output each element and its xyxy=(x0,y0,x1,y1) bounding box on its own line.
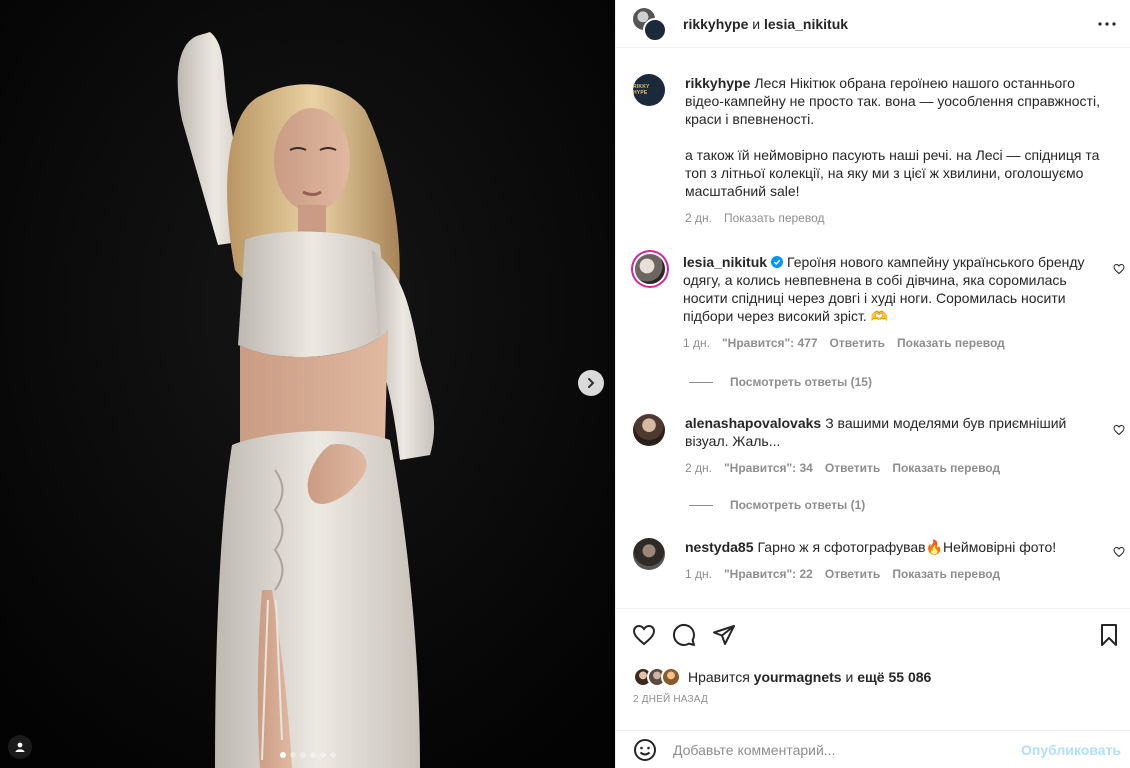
post-details-panel: rikkyhype и lesia_nikituk RIKKY HYPE rik… xyxy=(615,0,1130,768)
caption-username[interactable]: rikkyhype xyxy=(685,75,750,91)
comment-time[interactable]: 2 дн. xyxy=(685,459,712,477)
next-slide-button[interactable] xyxy=(578,370,604,396)
reply-button[interactable]: Ответить xyxy=(825,459,880,477)
likes-conjunction: и xyxy=(845,669,854,685)
heart-icon[interactable] xyxy=(1113,546,1125,558)
reply-button[interactable]: Ответить xyxy=(825,565,880,583)
carousel-dot xyxy=(309,752,316,758)
view-replies-button[interactable]: Посмотреть ответы (1) xyxy=(689,498,865,512)
translate-link[interactable]: Показать перевод xyxy=(897,334,1005,352)
divider xyxy=(689,381,713,383)
post-media[interactable] xyxy=(0,0,615,768)
avatar[interactable]: RIKKY HYPE xyxy=(633,74,665,106)
share-button[interactable] xyxy=(712,623,736,647)
like-button[interactable] xyxy=(632,623,656,647)
caption-text-2: а також їй неймовірно пасують наші речі.… xyxy=(685,147,1100,199)
avatar xyxy=(661,667,681,687)
comment-username[interactable]: nestyda85 xyxy=(685,539,753,555)
chevron-right-icon xyxy=(588,378,595,388)
post-actions: Нравится yourmagnets и ещё 55 086 2 ДНЕЙ… xyxy=(616,608,1130,768)
avatar[interactable] xyxy=(633,538,665,570)
more-options-button[interactable] xyxy=(1095,12,1119,36)
likers-avatars xyxy=(633,667,681,687)
comment-item: nestyda85 Гарно ж я сфотографував🔥Неймові… xyxy=(633,538,1113,583)
verified-badge-icon xyxy=(771,256,784,268)
caption-time[interactable]: 2 дн. xyxy=(685,209,712,227)
comment-likes[interactable]: "Нравится": 477 xyxy=(722,334,818,352)
collab-avatars[interactable] xyxy=(633,7,667,42)
post-caption: RIKKY HYPE rikkyhype Леся Нікітюк обрана … xyxy=(633,74,1113,227)
divider xyxy=(689,504,713,506)
carousel-dot xyxy=(329,752,336,758)
carousel-dot xyxy=(319,752,326,758)
publish-button[interactable]: Опубликовать xyxy=(1021,742,1121,758)
comment-item: lesia_nikituk Героїня нового кампейну укр… xyxy=(633,253,1113,352)
more-horizontal-icon xyxy=(1098,22,1116,26)
likes-prefix: Нравится xyxy=(688,669,750,685)
emoji-button[interactable] xyxy=(633,738,657,762)
carousel-dot xyxy=(279,752,286,758)
comment-input[interactable] xyxy=(673,742,1022,758)
post-date[interactable]: 2 ДНЕЙ НАЗАД xyxy=(633,694,708,705)
post-authors: rikkyhype и lesia_nikituk xyxy=(683,16,848,32)
avatar[interactable] xyxy=(633,414,665,446)
author-link[interactable]: rikkyhype xyxy=(683,16,748,32)
brand-logo-text: RIKKY HYPE xyxy=(633,84,650,96)
emoji-icon xyxy=(634,739,656,761)
bookmark-icon xyxy=(1101,624,1117,646)
conjunction: и xyxy=(752,15,761,32)
translate-link[interactable]: Показать перевод xyxy=(892,459,1000,477)
likes-count[interactable]: ещё 55 086 xyxy=(857,669,931,685)
comment-username[interactable]: alenashapovalovaks xyxy=(685,415,821,431)
view-replies-label: Посмотреть ответы (15) xyxy=(730,375,872,389)
comment-text: Гарно ж я сфотографував🔥Неймовірні фото! xyxy=(757,539,1057,555)
author-link[interactable]: lesia_nikituk xyxy=(764,16,848,32)
comment-time[interactable]: 1 дн. xyxy=(685,565,712,583)
post-header: rikkyhype и lesia_nikituk xyxy=(616,0,1130,48)
comment-likes[interactable]: "Нравится": 34 xyxy=(724,459,813,477)
translate-link[interactable]: Показать перевод xyxy=(892,565,1000,583)
translate-link[interactable]: Показать перевод xyxy=(724,209,825,227)
comments-list[interactable]: RIKKY HYPE rikkyhype Леся Нікітюк обрана … xyxy=(616,48,1130,608)
heart-icon[interactable] xyxy=(1113,424,1125,436)
avatar[interactable] xyxy=(635,254,665,284)
carousel-indicator xyxy=(0,752,615,758)
comment-item: alenashapovalovaks З вашими моделями був … xyxy=(633,414,1113,477)
reply-button[interactable]: Ответить xyxy=(830,334,885,352)
likes-summary[interactable]: Нравится yourmagnets и ещё 55 086 xyxy=(633,667,931,687)
view-replies-button[interactable]: Посмотреть ответы (15) xyxy=(689,375,872,389)
comment-button[interactable] xyxy=(672,623,696,647)
add-comment-form: Опубликовать xyxy=(616,730,1130,768)
post-photo xyxy=(0,0,615,768)
liker-username[interactable]: yourmagnets xyxy=(754,669,842,685)
comment-icon xyxy=(672,623,695,646)
paper-plane-icon xyxy=(713,625,735,645)
view-replies-label: Посмотреть ответы (1) xyxy=(730,498,866,512)
comment-time[interactable]: 1 дн. xyxy=(683,334,710,352)
comment-likes[interactable]: "Нравится": 22 xyxy=(724,565,813,583)
comment-username[interactable]: lesia_nikituk xyxy=(683,254,767,270)
heart-icon[interactable] xyxy=(1113,263,1125,275)
avatar xyxy=(643,17,667,42)
carousel-dot xyxy=(299,752,306,758)
heart-icon xyxy=(632,624,656,646)
carousel-dot xyxy=(289,752,296,758)
save-button[interactable] xyxy=(1097,623,1121,647)
